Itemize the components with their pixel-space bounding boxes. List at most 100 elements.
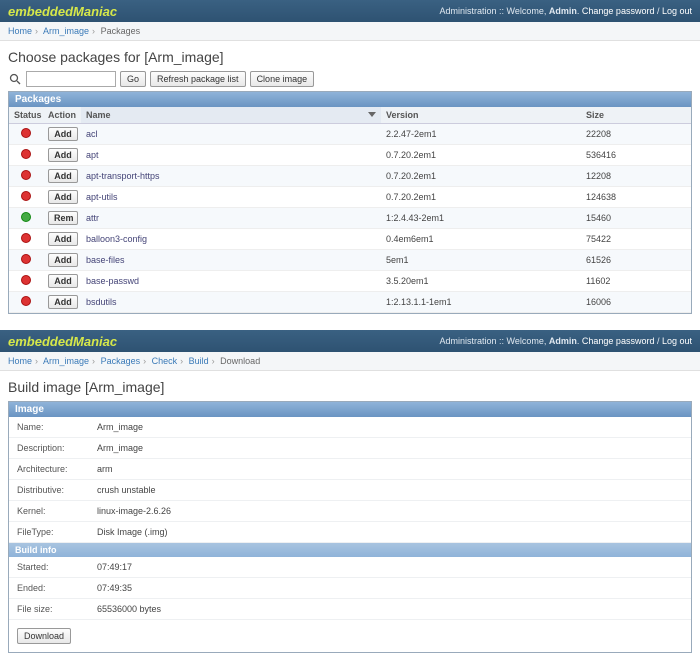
col-name[interactable]: Name [81, 107, 381, 124]
package-version: 0.4em6em1 [381, 229, 581, 250]
bc-home[interactable]: Home [8, 356, 32, 366]
bc-packages: Packages [101, 26, 141, 36]
col-version[interactable]: Version [381, 107, 581, 124]
package-name-link[interactable]: apt-transport-https [86, 171, 160, 181]
package-name-link[interactable]: apt-utils [86, 192, 118, 202]
package-size: 16006 [581, 292, 691, 313]
table-row: Addbsdutils1:2.13.1.1-1em116006 [9, 292, 691, 313]
package-size: 12208 [581, 166, 691, 187]
build-info-table: Started:07:49:17 Ended:07:49:35 File siz… [9, 557, 691, 620]
header-right: Administration :: Welcome, Admin. Change… [439, 6, 692, 16]
dist-value: crush unstable [89, 480, 691, 501]
admin-label: Administration [439, 336, 496, 346]
current-user: Admin [549, 6, 577, 16]
rem-button[interactable]: Rem [48, 211, 78, 225]
bc-check[interactable]: Check [152, 356, 178, 366]
sort-asc-icon [368, 110, 376, 120]
package-version: 0.7.20.2em1 [381, 166, 581, 187]
bc-arm-image[interactable]: Arm_image [43, 26, 89, 36]
add-button[interactable]: Add [48, 190, 78, 204]
package-version: 2.2.47-2em1 [381, 124, 581, 145]
add-button[interactable]: Add [48, 295, 78, 309]
packages-panel: Packages Status Action Name Version Size… [8, 91, 692, 314]
filetype-label: FileType: [9, 522, 89, 543]
bc-build[interactable]: Build [189, 356, 209, 366]
bc-home[interactable]: Home [8, 26, 32, 36]
breadcrumb: Home› Arm_image› Packages [0, 22, 700, 41]
package-version: 5em1 [381, 250, 581, 271]
go-button[interactable]: Go [120, 71, 146, 87]
add-button[interactable]: Add [48, 232, 78, 246]
status-indicator [21, 128, 31, 138]
top-bar: embeddedManiac Administration :: Welcome… [0, 0, 700, 22]
table-row: Remattr 1:2.4.43-2em115460 [9, 208, 691, 229]
page-title: Choose packages for [Arm_image] [8, 49, 692, 65]
status-indicator [21, 233, 31, 243]
package-size: 536416 [581, 145, 691, 166]
add-button[interactable]: Add [48, 274, 78, 288]
add-button[interactable]: Add [48, 148, 78, 162]
package-size: 11602 [581, 271, 691, 292]
clone-image-button[interactable]: Clone image [250, 71, 315, 87]
status-indicator [21, 296, 31, 306]
ended-value: 07:49:35 [89, 578, 691, 599]
table-row: Addapt0.7.20.2em1536416 [9, 145, 691, 166]
logout-link[interactable]: Log out [662, 6, 692, 16]
table-row: Addacl 2.2.47-2em122208 [9, 124, 691, 145]
add-button[interactable]: Add [48, 127, 78, 141]
current-user: Admin [549, 336, 577, 346]
change-password-link[interactable]: Change password [582, 6, 655, 16]
package-version: 3.5.20em1 [381, 271, 581, 292]
table-row: Addballoon3-config0.4em6em175422 [9, 229, 691, 250]
bc-arm-image[interactable]: Arm_image [43, 356, 89, 366]
table-row: Add base-passwd 3.5.20em111602 [9, 271, 691, 292]
package-name-link[interactable]: bsdutils [86, 297, 117, 307]
status-indicator [21, 212, 31, 222]
package-version: 1:2.4.43-2em1 [381, 208, 581, 229]
packages-panel-header: Packages [9, 92, 691, 107]
welcome-text: Welcome, [507, 336, 547, 346]
image-panel-header: Image [9, 402, 691, 417]
add-button[interactable]: Add [48, 169, 78, 183]
package-name-link[interactable]: base-passwd [86, 276, 139, 286]
refresh-button[interactable]: Refresh package list [150, 71, 246, 87]
col-status[interactable]: Status [9, 107, 43, 124]
kernel-value: linux-image-2.6.26 [89, 501, 691, 522]
status-indicator [21, 254, 31, 264]
package-name-link[interactable]: acl [86, 129, 98, 139]
status-indicator [21, 149, 31, 159]
bc-download: Download [220, 356, 260, 366]
bc-packages[interactable]: Packages [101, 356, 141, 366]
build-info-header: Build info [9, 543, 691, 557]
table-row: Add base-files 5em161526 [9, 250, 691, 271]
package-size: 15460 [581, 208, 691, 229]
col-action[interactable]: Action [43, 107, 81, 124]
name-value: Arm_image [89, 417, 691, 438]
admin-label: Administration [439, 6, 496, 16]
change-password-link[interactable]: Change password [582, 336, 655, 346]
package-size: 22208 [581, 124, 691, 145]
package-size: 61526 [581, 250, 691, 271]
package-name-link[interactable]: balloon3-config [86, 234, 147, 244]
logout-link[interactable]: Log out [662, 336, 692, 346]
name-label: Name: [9, 417, 89, 438]
table-row: Add apt-transport-https 0.7.20.2em112208 [9, 166, 691, 187]
desc-value: Arm_image [89, 438, 691, 459]
filesize-label: File size: [9, 599, 89, 620]
package-name-link[interactable]: attr [86, 213, 99, 223]
package-version: 0.7.20.2em1 [381, 187, 581, 208]
image-panel: Image Name:Arm_image Description:Arm_ima… [8, 401, 692, 653]
table-row: Addapt-utils0.7.20.2em1124638 [9, 187, 691, 208]
status-indicator [21, 275, 31, 285]
filesize-value: 65536000 bytes [89, 599, 691, 620]
add-button[interactable]: Add [48, 253, 78, 267]
search-input[interactable] [26, 71, 116, 87]
package-name-link[interactable]: base-files [86, 255, 125, 265]
package-name-link[interactable]: apt [86, 150, 99, 160]
packages-table: Status Action Name Version Size Addacl2.… [9, 107, 691, 313]
filetype-value: Disk Image (.img) [89, 522, 691, 543]
download-button[interactable]: Download [17, 628, 71, 644]
kernel-label: Kernel: [9, 501, 89, 522]
col-size[interactable]: Size [581, 107, 691, 124]
arch-value: arm [89, 459, 691, 480]
